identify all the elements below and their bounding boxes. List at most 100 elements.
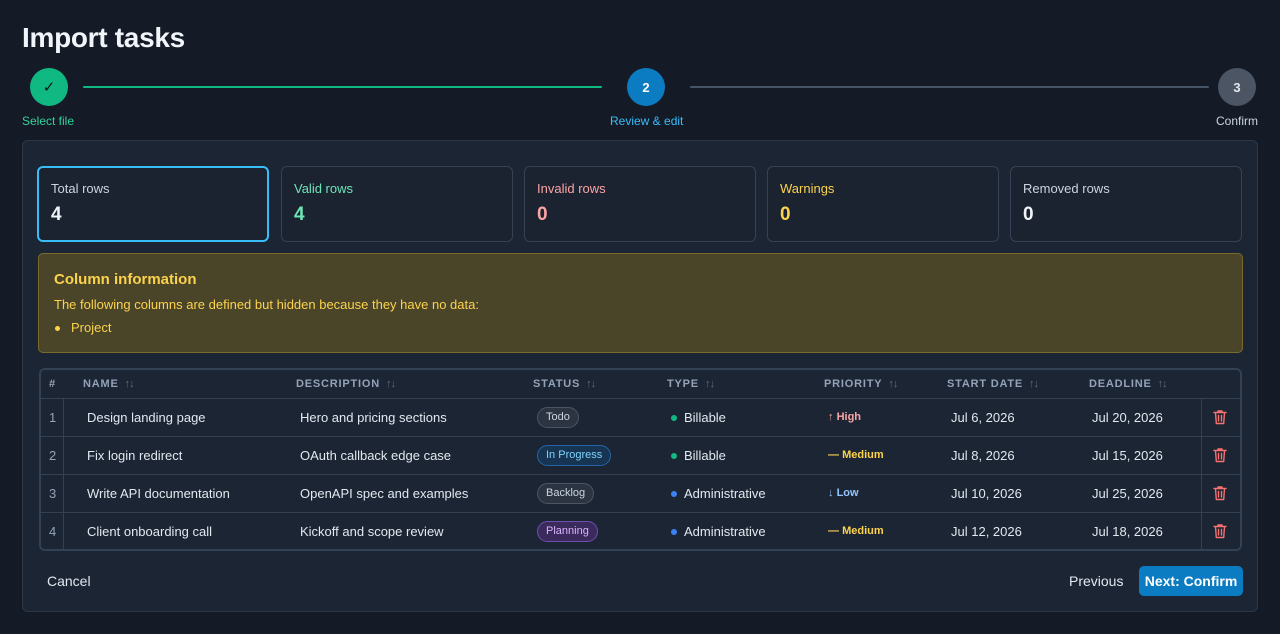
- task-name-cell[interactable]: Client onboarding call: [87, 524, 212, 539]
- stat-label: Removed rows: [1023, 181, 1110, 196]
- task-type-cell[interactable]: Billable: [684, 448, 726, 463]
- row-index: 2: [49, 448, 57, 463]
- stat-card-removed-rows[interactable]: Removed rows 0: [1010, 166, 1242, 242]
- column-header-description[interactable]: DESCRIPTION ↑↓: [296, 378, 396, 390]
- type-dot-icon: [671, 415, 677, 421]
- row-index: 4: [49, 524, 57, 539]
- priority-label: Low: [836, 487, 859, 499]
- step-confirm-marker: 3: [1218, 68, 1256, 106]
- previous-button[interactable]: Previous: [1069, 573, 1123, 589]
- start-date-cell[interactable]: Jul 6, 2026: [951, 410, 1015, 425]
- sort-icon[interactable]: ↑↓: [705, 378, 715, 390]
- sort-icon[interactable]: ↑↓: [586, 378, 596, 390]
- stat-card-total-rows[interactable]: Total rows 4: [37, 166, 269, 242]
- priority-badge[interactable]: — Medium: [828, 449, 884, 461]
- priority-label: High: [836, 411, 862, 423]
- column-divider: [1201, 475, 1202, 512]
- column-header-label: TYPE: [667, 378, 699, 390]
- hidden-columns-list: Project: [54, 320, 1227, 335]
- delete-row-trash-icon[interactable]: [1213, 485, 1227, 501]
- start-date-cell[interactable]: Jul 10, 2026: [951, 486, 1022, 501]
- step-select-file-label[interactable]: Select file: [22, 114, 74, 128]
- type-dot-icon: [671, 491, 677, 497]
- sort-icon[interactable]: ↑↓: [888, 378, 898, 390]
- column-header-deadline[interactable]: DEADLINE ↑↓: [1089, 378, 1168, 390]
- column-header-label: #: [49, 378, 56, 390]
- step-confirm-label: Confirm: [1216, 114, 1259, 128]
- delete-row-trash-icon[interactable]: [1213, 523, 1227, 539]
- step-review-edit-label[interactable]: Review & edit: [610, 114, 683, 128]
- arrow-down-icon: ↓: [828, 487, 834, 499]
- column-header-label: DESCRIPTION: [296, 378, 380, 390]
- task-description-cell[interactable]: OAuth callback edge case: [300, 448, 451, 463]
- task-description-cell[interactable]: Hero and pricing sections: [300, 410, 447, 425]
- column-header-label: START DATE: [947, 378, 1024, 390]
- stat-label: Invalid rows: [537, 181, 606, 196]
- stat-value: 0: [780, 204, 791, 225]
- column-divider: [1201, 513, 1202, 549]
- row-index: 3: [49, 486, 57, 501]
- sort-icon[interactable]: ↑↓: [1029, 378, 1039, 390]
- step-review-edit-marker[interactable]: 2: [627, 68, 665, 106]
- stepper: ✓ 2 3 Select file Review & edit Confirm: [0, 66, 1280, 130]
- cancel-button[interactable]: Cancel: [47, 573, 91, 589]
- stats-row: Total rows 4 Valid rows 4 Invalid rows 0…: [37, 166, 1243, 243]
- start-date-cell[interactable]: Jul 8, 2026: [951, 448, 1015, 463]
- start-date-cell[interactable]: Jul 12, 2026: [951, 524, 1022, 539]
- deadline-cell[interactable]: Jul 20, 2026: [1092, 410, 1163, 425]
- stat-value: 0: [537, 204, 548, 225]
- sort-icon[interactable]: ↑↓: [1158, 378, 1168, 390]
- column-info-text: The following columns are defined but hi…: [54, 297, 479, 312]
- task-name-cell[interactable]: Design landing page: [87, 410, 206, 425]
- deadline-cell[interactable]: Jul 18, 2026: [1092, 524, 1163, 539]
- column-header-type[interactable]: TYPE ↑↓: [667, 378, 715, 390]
- priority-badge[interactable]: ↑ High: [828, 411, 861, 423]
- column-header-label: DEADLINE: [1089, 378, 1152, 390]
- column-divider: [1201, 437, 1202, 474]
- deadline-cell[interactable]: Jul 25, 2026: [1092, 486, 1163, 501]
- task-description-cell[interactable]: Kickoff and scope review: [300, 524, 444, 539]
- table-row: 3 Write API documentation OpenAPI spec a…: [41, 475, 1240, 513]
- task-type-cell[interactable]: Administrative: [684, 524, 766, 539]
- column-header-index: #: [49, 378, 56, 390]
- stat-card-valid-rows[interactable]: Valid rows 4: [281, 166, 513, 242]
- stat-label: Warnings: [780, 181, 835, 196]
- next-confirm-button[interactable]: Next: Confirm: [1139, 566, 1243, 596]
- sort-icon[interactable]: ↑↓: [125, 378, 135, 390]
- column-header-name[interactable]: NAME ↑↓: [83, 378, 135, 390]
- stat-card-invalid-rows[interactable]: Invalid rows 0: [524, 166, 756, 242]
- stat-value: 4: [51, 204, 62, 225]
- task-description-cell[interactable]: OpenAPI spec and examples: [300, 486, 468, 501]
- tasks-table: # NAME ↑↓ DESCRIPTION ↑↓ STATUS ↑↓ TYPE ↑↓ P…: [39, 368, 1242, 551]
- row-index: 1: [49, 410, 57, 425]
- task-type-cell[interactable]: Administrative: [684, 486, 766, 501]
- step-select-file-check-icon[interactable]: ✓: [30, 68, 68, 106]
- task-name-cell[interactable]: Write API documentation: [87, 486, 230, 501]
- column-header-priority[interactable]: PRIORITY ↑↓: [824, 378, 898, 390]
- stat-value: 4: [294, 204, 305, 225]
- stat-card-warnings[interactable]: Warnings 0: [767, 166, 999, 242]
- task-type-cell[interactable]: Billable: [684, 410, 726, 425]
- delete-row-trash-icon[interactable]: [1213, 409, 1227, 425]
- priority-badge[interactable]: ↓ Low: [828, 487, 859, 499]
- status-badge[interactable]: Planning: [537, 521, 598, 542]
- table-row: 2 Fix login redirect OAuth callback edge…: [41, 437, 1240, 475]
- delete-row-trash-icon[interactable]: [1213, 447, 1227, 463]
- column-header-status[interactable]: STATUS ↑↓: [533, 378, 596, 390]
- column-header-label: NAME: [83, 378, 119, 390]
- deadline-cell[interactable]: Jul 15, 2026: [1092, 448, 1163, 463]
- column-header-start-date[interactable]: START DATE ↑↓: [947, 378, 1039, 390]
- stat-label: Valid rows: [294, 181, 354, 196]
- hidden-column-item: Project: [54, 320, 1227, 335]
- type-dot-icon: [671, 529, 677, 535]
- column-divider: [63, 437, 64, 474]
- status-badge[interactable]: Backlog: [537, 483, 595, 504]
- task-name-cell[interactable]: Fix login redirect: [87, 448, 182, 463]
- column-divider: [63, 475, 64, 512]
- stat-value: 0: [1023, 204, 1034, 225]
- priority-badge[interactable]: — Medium: [828, 525, 884, 537]
- arrow-up-icon: ↑: [828, 411, 834, 423]
- status-badge[interactable]: In Progress: [537, 445, 612, 466]
- sort-icon[interactable]: ↑↓: [386, 378, 396, 390]
- status-badge[interactable]: Todo: [537, 407, 579, 428]
